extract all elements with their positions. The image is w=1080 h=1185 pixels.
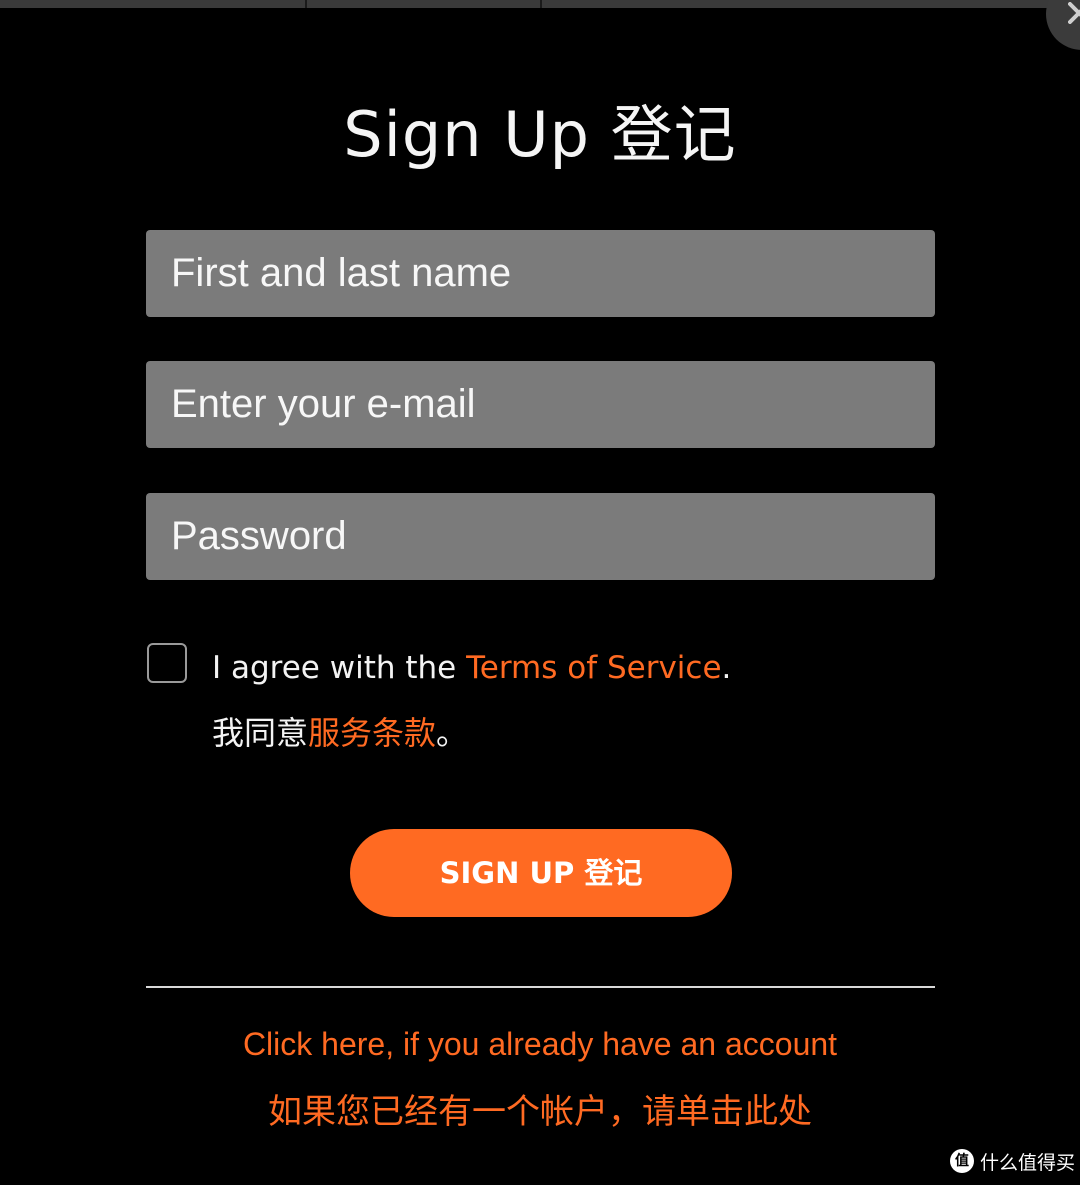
password-input[interactable]	[146, 493, 935, 580]
top-bar-separator	[540, 0, 542, 8]
login-link[interactable]: Click here, if you already have an accou…	[0, 1026, 1080, 1063]
terms-suffix: .	[721, 650, 732, 686]
divider	[146, 986, 935, 988]
top-bar-separator	[305, 0, 307, 8]
name-input[interactable]	[146, 230, 935, 317]
watermark-text: 什么值得买	[980, 1151, 1076, 1174]
page-title: Sign Up 登记	[343, 98, 737, 171]
close-icon	[1068, 2, 1080, 24]
terms-agreement-text-zh: 我同意服务条款。	[212, 708, 468, 754]
terms-of-service-link-zh[interactable]: 服务条款	[308, 714, 436, 752]
terms-prefix: I agree with the	[212, 650, 467, 686]
login-link-zh[interactable]: 如果您已经有一个帐户，请单击此处	[0, 1084, 1080, 1133]
sign-up-button[interactable]: SIGN UP 登记	[350, 829, 732, 917]
terms-prefix-zh: 我同意	[212, 714, 309, 752]
terms-of-service-link[interactable]: Terms of Service	[466, 650, 721, 686]
close-button[interactable]	[1046, 0, 1080, 50]
watermark-logo-icon: 值	[950, 1149, 974, 1173]
terms-agreement-text: I agree with the Terms of Service.	[212, 650, 731, 686]
watermark: 值 什么值得买	[950, 1148, 1075, 1174]
email-input[interactable]	[146, 361, 935, 448]
top-bar	[0, 0, 1080, 8]
terms-checkbox[interactable]	[147, 643, 187, 683]
terms-suffix-zh: 。	[436, 714, 469, 752]
